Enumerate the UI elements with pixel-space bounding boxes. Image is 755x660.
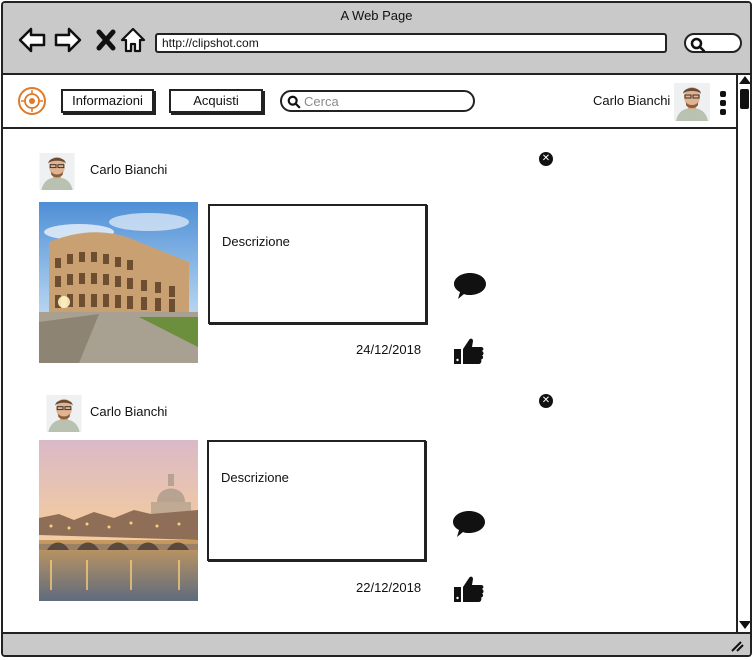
status-bar xyxy=(3,632,750,655)
address-bar[interactable]: http://clipshot.com xyxy=(155,33,667,53)
scroll-up-icon[interactable] xyxy=(739,76,750,84)
colosseum-photo xyxy=(39,202,198,363)
vertical-scrollbar[interactable] xyxy=(736,75,750,632)
post-description[interactable]: Descrizione xyxy=(208,204,427,324)
window-title: A Web Page xyxy=(340,8,413,23)
search-icon xyxy=(287,95,301,109)
post-date: 22/12/2018 xyxy=(356,580,422,595)
resize-grip-icon[interactable] xyxy=(730,640,744,652)
acquisti-button[interactable]: Acquisti xyxy=(169,89,263,113)
user-name[interactable]: Carlo Bianchi xyxy=(593,93,670,108)
close-icon[interactable]: ✕ xyxy=(539,152,553,166)
search-input[interactable]: Cerca xyxy=(280,90,475,112)
rome-st-peters-photo xyxy=(39,440,198,601)
home-icon[interactable] xyxy=(118,25,148,55)
comment-icon[interactable] xyxy=(453,271,487,301)
post-author-avatar[interactable] xyxy=(39,153,75,190)
forward-arrow-icon[interactable] xyxy=(53,25,83,55)
like-icon[interactable] xyxy=(453,336,485,366)
post-date: 24/12/2018 xyxy=(356,342,422,357)
scroll-down-icon[interactable] xyxy=(739,621,750,629)
close-icon[interactable]: ✕ xyxy=(539,394,553,408)
more-menu-icon[interactable] xyxy=(720,91,728,117)
search-placeholder: Cerca xyxy=(304,94,339,109)
like-icon[interactable] xyxy=(453,574,485,604)
post-author-name[interactable]: Carlo Bianchi xyxy=(90,162,167,177)
avatar[interactable] xyxy=(674,83,710,121)
browser-window: A Web Page http://clipshot.com Informazi… xyxy=(1,1,752,657)
search-icon xyxy=(690,37,706,53)
back-arrow-icon[interactable] xyxy=(17,25,47,55)
stop-icon[interactable] xyxy=(91,25,121,55)
post-author-name[interactable]: Carlo Bianchi xyxy=(90,404,167,419)
scroll-thumb[interactable] xyxy=(740,89,749,109)
app-header: Informazioni Acquisti Cerca Carlo Bianch… xyxy=(3,75,736,129)
informazioni-button[interactable]: Informazioni xyxy=(61,89,154,113)
post-description[interactable]: Descrizione xyxy=(207,440,426,561)
logo-icon[interactable] xyxy=(17,86,47,116)
browser-search-field[interactable] xyxy=(684,33,742,53)
post-author-avatar[interactable] xyxy=(46,395,82,432)
browser-toolbar: A Web Page http://clipshot.com xyxy=(3,3,750,75)
comment-icon[interactable] xyxy=(452,509,486,539)
